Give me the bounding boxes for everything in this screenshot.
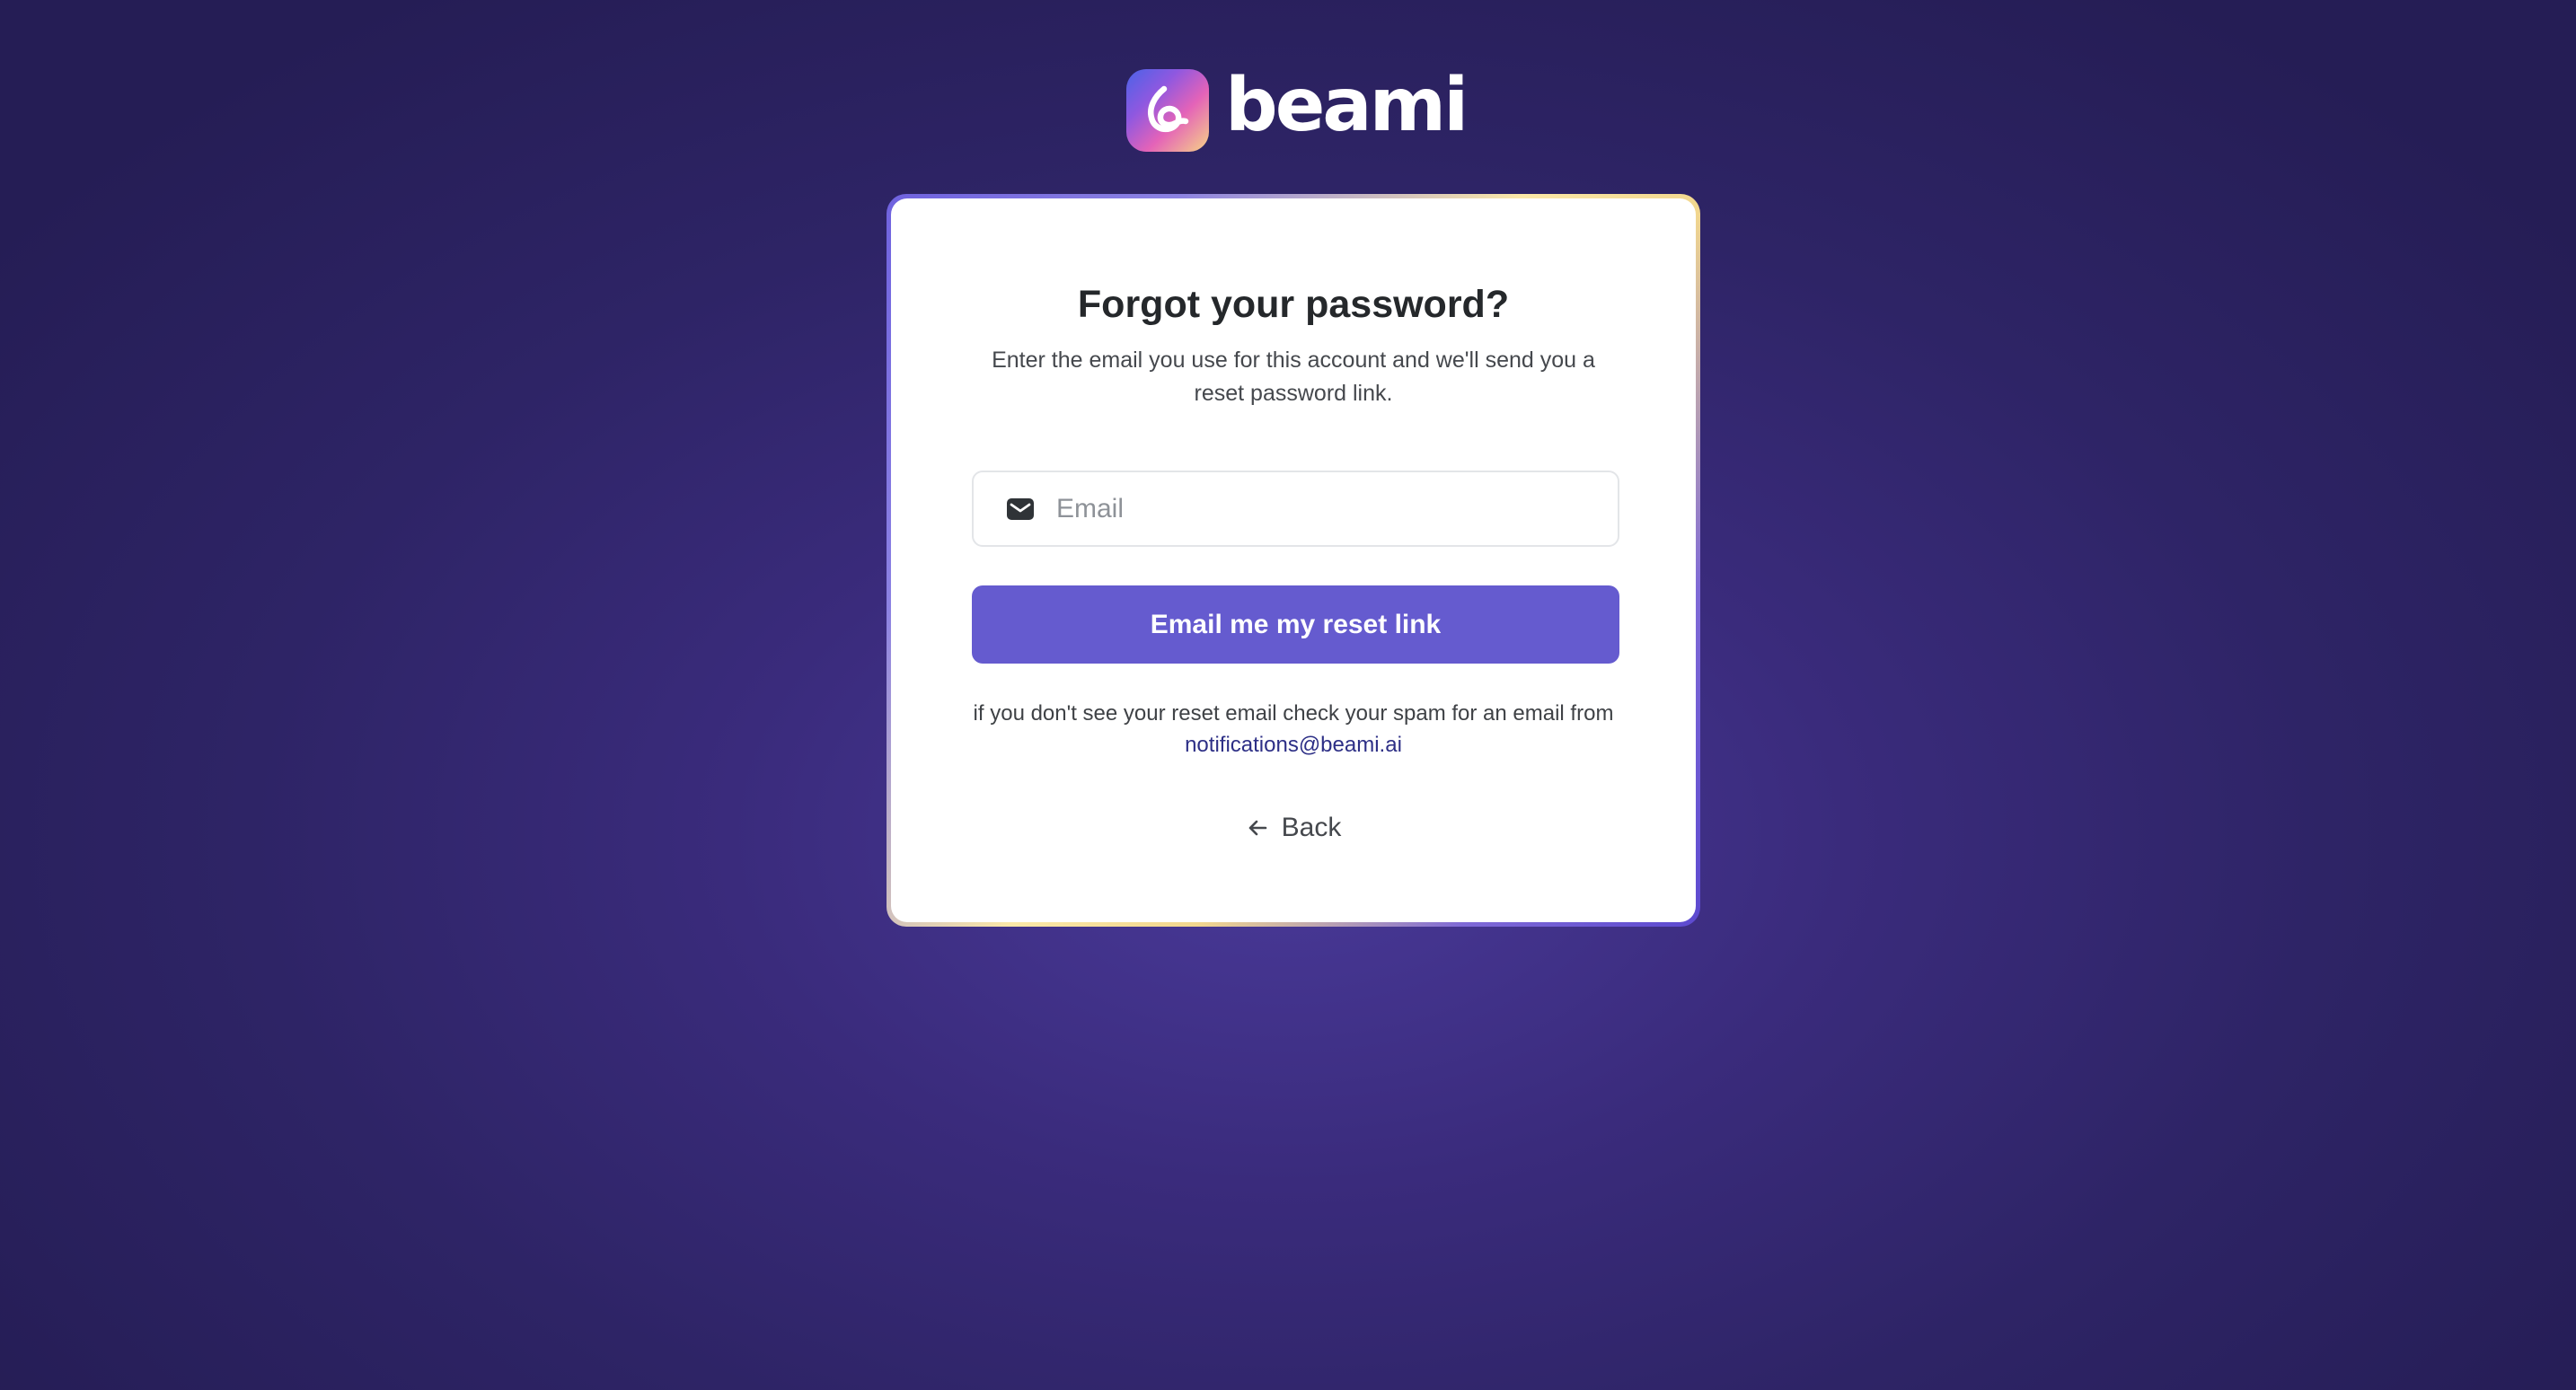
spam-hint-text: if you don't see your reset email check … [973, 701, 1614, 726]
notifications-email-link[interactable]: notifications@beami.ai [1185, 733, 1402, 757]
spam-hint: if you don't see your reset email check … [945, 698, 1642, 761]
email-field[interactable] [972, 471, 1619, 547]
back-label: Back [1281, 813, 1342, 842]
card-frame: Forgot your password? Enter the email yo… [887, 194, 1700, 927]
back-link[interactable]: Back [891, 813, 1696, 843]
envelope-icon [1006, 496, 1035, 523]
brand-name: beami [1225, 63, 1469, 148]
email-input[interactable] [1056, 493, 1595, 524]
beami-logo-icon [1126, 69, 1209, 152]
brand-logo: beami [1126, 63, 1469, 153]
page-subtitle: Enter the email you use for this account… [992, 348, 1595, 406]
page-title: Forgot your password? [1077, 283, 1510, 326]
email-reset-link-button[interactable]: Email me my reset link [972, 585, 1619, 664]
forgot-password-card: Forgot your password? Enter the email yo… [891, 198, 1696, 922]
arrow-left-icon [1246, 816, 1269, 840]
